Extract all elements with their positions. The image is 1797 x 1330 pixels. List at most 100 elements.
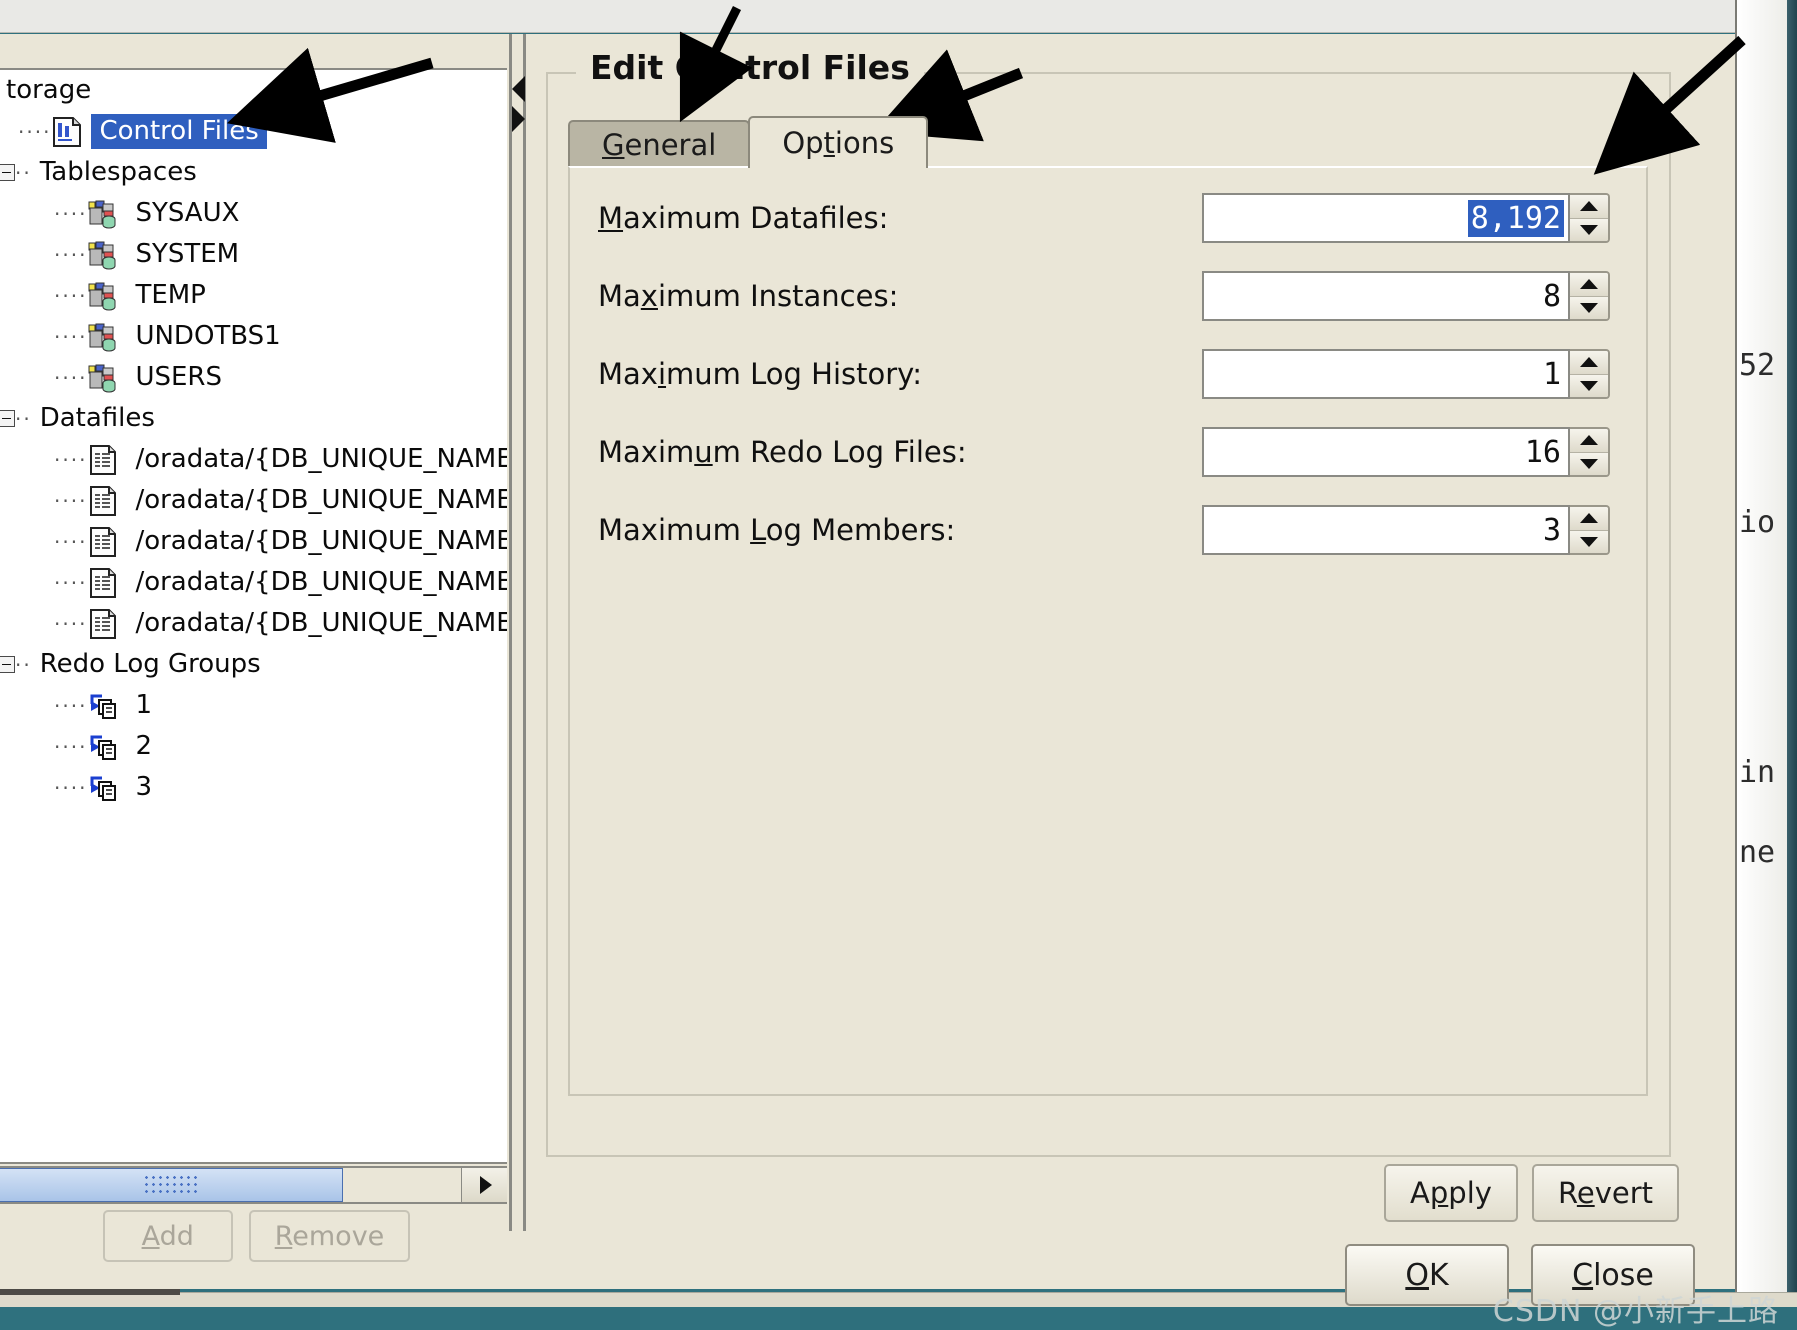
spinner-increment-button[interactable] [1570, 273, 1608, 296]
spinner-buttons [1570, 271, 1610, 321]
tree-guide-dots: ···· [54, 447, 88, 472]
tree-guide-dots: ···· [54, 775, 88, 800]
options-tab-panel: Maximum Datafiles: 8,192 Maximum Instances… [568, 166, 1648, 1096]
caret-up-icon [1580, 357, 1598, 368]
apply-button[interactable]: Apply [1383, 1164, 1518, 1222]
spinner-buttons [1570, 193, 1610, 243]
tree-item-control-files[interactable]: ···· Control Files [0, 111, 507, 152]
caret-up-icon [1580, 279, 1598, 290]
tree-item-label: 2 [135, 731, 152, 761]
ok-button[interactable]: OK [1345, 1244, 1509, 1306]
background-bottom-accent [0, 1289, 180, 1295]
pane-splitter[interactable] [507, 34, 531, 1231]
tree-expander-icon[interactable] [0, 656, 15, 673]
tree-item-oradata-db-unique-name-u[interactable]: ···· /oradata/{DB_UNIQUE_NAME}/u [0, 480, 507, 521]
form-row-maximum-redo-log-files: Maximum Redo Log Files: 16 [598, 424, 1628, 480]
caret-down-icon [1580, 536, 1598, 547]
spinner-decrement-button[interactable] [1570, 373, 1608, 397]
tree-item-tablespaces[interactable]: ·· Tablespaces [0, 152, 507, 193]
spinner-value: 8,192 [1467, 199, 1564, 237]
spinner-increment-button[interactable] [1570, 507, 1608, 530]
collapse-left-arrow-icon[interactable] [512, 76, 525, 102]
tree-guide-dots: ···· [54, 283, 88, 308]
tree-item-1[interactable]: ···· 1 [0, 685, 507, 726]
tree-item-oradata-db-unique-name-u[interactable]: ···· /oradata/{DB_UNIQUE_NAME}/u [0, 603, 507, 644]
splitter-line-right [523, 34, 526, 1231]
scrollbar-track[interactable] [343, 1168, 461, 1202]
tree-action-buttons: Add Remove [0, 1210, 513, 1266]
tree-item-oradata-db-unique-name-s[interactable]: ···· /oradata/{DB_UNIQUE_NAME}/s [0, 439, 507, 480]
apply-revert-buttons: Apply Revert [1383, 1164, 1679, 1222]
spinner-decrement-button[interactable] [1570, 217, 1608, 241]
datafile-icon [87, 526, 121, 558]
tree-item-datafiles[interactable]: ·· Datafiles [0, 398, 507, 439]
spinner-input[interactable]: 8 [1202, 271, 1570, 321]
tree-item-sysaux[interactable]: ···· SYSAUX [0, 193, 507, 234]
tree-guide-dots: ···· [18, 119, 52, 144]
field-label: Maximum Datafiles: [598, 201, 889, 235]
remove-button-label: Remove [274, 1220, 385, 1252]
scroll-right-icon[interactable] [461, 1168, 507, 1202]
tree-item-label: /oradata/{DB_UNIQUE_NAME}/u [135, 608, 507, 638]
form-row-maximum-instances: Maximum Instances: 8 [598, 268, 1628, 324]
spinner-value: 3 [1542, 512, 1561, 548]
scrollbar-grip-icon [142, 1174, 199, 1196]
tree-item-label: SYSTEM [135, 239, 240, 269]
tree-horizontal-scrollbar[interactable] [0, 1166, 509, 1204]
tree-item-3[interactable]: ···· 3 [0, 767, 507, 808]
spinner-input[interactable]: 16 [1202, 427, 1570, 477]
control-file-icon [51, 116, 85, 148]
spinner-5: 3 [1202, 505, 1610, 555]
tree-item-label: /oradata/{DB_UNIQUE_NAME}/t [135, 567, 509, 597]
spinner-increment-button[interactable] [1570, 351, 1608, 374]
datafile-icon [87, 444, 121, 476]
tree-guide-dots: ···· [54, 488, 88, 513]
tree-expander-icon[interactable] [0, 410, 15, 427]
spinner-buttons [1570, 349, 1610, 399]
spinner-increment-button[interactable] [1570, 429, 1608, 452]
tree-guide-dots: ·· [15, 652, 32, 677]
datafile-icon [87, 567, 121, 599]
spinner-input[interactable]: 8,192 [1202, 193, 1570, 243]
tree-item-users[interactable]: ···· USERS [0, 357, 507, 398]
tree-item-oradata-db-unique-name-s[interactable]: ···· /oradata/{DB_UNIQUE_NAME}/s [0, 521, 507, 562]
caret-down-icon [1580, 380, 1598, 391]
tree-item-label: 1 [135, 690, 152, 720]
remove-button[interactable]: Remove [248, 1210, 411, 1262]
spinner-decrement-button[interactable] [1570, 451, 1608, 475]
tree-item-redo-log-groups[interactable]: ·· Redo Log Groups [0, 644, 507, 685]
spinner-buttons [1570, 505, 1610, 555]
scrollbar-thumb[interactable] [0, 1168, 343, 1202]
field-label: Maximum Redo Log Files: [598, 435, 967, 469]
tree-item-2[interactable]: ···· 2 [0, 726, 507, 767]
spinner-3: 1 [1202, 349, 1610, 399]
spinner-decrement-button[interactable] [1570, 529, 1608, 553]
tab-options[interactable]: Options [748, 116, 929, 168]
tree-expander-icon[interactable] [0, 164, 15, 181]
spinner-input[interactable]: 1 [1202, 349, 1570, 399]
background-text-fragment-2: io [1739, 505, 1776, 540]
tab-general[interactable]: General [568, 120, 751, 168]
tree-item-oradata-db-unique-name-t[interactable]: ···· /oradata/{DB_UNIQUE_NAME}/t [0, 562, 507, 603]
revert-button[interactable]: Revert [1531, 1164, 1679, 1222]
tree-item-system[interactable]: ···· SYSTEM [0, 234, 507, 275]
apply-button-label: Apply [1410, 1176, 1492, 1210]
caret-up-icon [1580, 435, 1598, 446]
datafile-icon [87, 485, 121, 517]
storage-tree[interactable]: torage ···· Control Files ·· Tablespaces ····… [0, 68, 509, 1164]
add-button[interactable]: Add [102, 1210, 233, 1262]
tree-guide-dots: ···· [54, 365, 88, 390]
spinner-input[interactable]: 3 [1202, 505, 1570, 555]
tree-item-torage[interactable]: torage [0, 70, 507, 111]
spinner-increment-button[interactable] [1570, 195, 1608, 218]
tree-item-undotbs1[interactable]: ···· UNDOTBS1 [0, 316, 507, 357]
revert-button-label: Revert [1557, 1176, 1653, 1210]
tree-guide-dots: ···· [54, 693, 88, 718]
spinner-value: 16 [1524, 434, 1561, 470]
tree-item-temp[interactable]: ···· TEMP [0, 275, 507, 316]
spinner-buttons [1570, 427, 1610, 477]
spinner-value: 8 [1542, 278, 1561, 314]
collapse-right-arrow-icon[interactable] [512, 106, 525, 132]
tree-guide-dots: ···· [54, 242, 88, 267]
spinner-decrement-button[interactable] [1570, 295, 1608, 319]
